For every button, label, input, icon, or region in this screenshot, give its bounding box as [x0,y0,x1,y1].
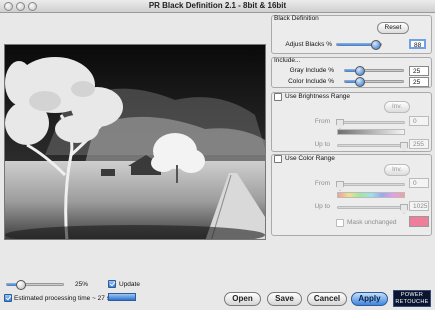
color-upto-label: Up to [314,203,330,210]
processing-progress-bar [108,293,136,301]
brightness-inv-button[interactable]: Inv. [384,101,410,113]
color-include-label: Color Include % [288,78,334,85]
mask-color-swatch[interactable] [409,216,429,227]
color-from-input[interactable]: 0 [409,178,429,188]
color-hue-bar [337,192,405,198]
brightness-from-slider[interactable] [336,119,405,129]
gray-include-knob[interactable] [355,66,365,76]
brightness-upto-label: Up to [314,141,330,148]
color-include-knob[interactable] [355,77,365,87]
logo-line-1: POWER [400,292,424,298]
use-brightness-range-label: Use Brightness Range [285,93,351,100]
open-button[interactable]: Open [224,292,261,306]
color-include-input[interactable]: 25 [409,77,429,87]
update-checkbox[interactable] [108,280,116,288]
brightness-upto-slider[interactable] [337,142,408,152]
use-color-range-checkbox[interactable] [274,155,282,163]
zoom-slider[interactable] [6,280,64,290]
use-color-range-label: Use Color Range [285,155,335,162]
logo-line-2: RETOUCHE [395,299,429,305]
zoom-knob[interactable] [16,280,26,290]
title-bar: PR Black Definition 2.1 - 8bit & 16bit [0,0,435,13]
infrared-landscape-photo [5,45,265,239]
mask-unchanged-checkbox[interactable] [336,219,344,227]
include-section-label: Include... [274,57,301,64]
color-include-slider[interactable] [344,77,404,87]
preview-image[interactable] [4,44,266,240]
mask-unchanged-label: Mask unchanged [347,219,397,226]
power-retouche-logo: POWER RETOUCHE [393,290,431,307]
adjust-blacks-input[interactable]: 88 [409,39,426,49]
color-upto-input[interactable]: 1025 [409,201,429,211]
use-brightness-range-checkbox[interactable] [274,93,282,101]
black-definition-section-label: Black Definition [274,15,319,22]
window-title: PR Black Definition 2.1 - 8bit & 16bit [148,1,287,10]
brightness-upto-input[interactable]: 255 [409,139,429,149]
zoom-value: 25% [75,281,89,288]
color-inv-button[interactable]: Inv. [384,164,410,176]
adjust-blacks-slider[interactable] [336,40,382,50]
gray-include-slider[interactable] [344,66,404,76]
adjust-blacks-label: Adjust Blacks % [285,41,332,48]
gray-include-label: Gray Include % [289,67,334,74]
brightness-from-input[interactable]: 0 [409,116,429,126]
estimated-time-checkbox[interactable] [4,294,12,302]
brightness-from-label: From [314,118,330,125]
cancel-button[interactable]: Cancel [307,292,347,306]
update-label: Update [119,281,140,288]
estimated-time-label: Estimated processing time ~ 27 sec. [14,295,119,302]
brightness-gradient-bar [337,129,405,135]
color-from-label: From [314,180,330,187]
adjust-blacks-knob[interactable] [371,40,381,50]
apply-button[interactable]: Apply [351,292,388,306]
reset-button[interactable]: Reset [377,22,409,34]
color-upto-slider[interactable] [337,204,408,214]
gray-include-input[interactable]: 25 [409,66,429,76]
color-from-slider[interactable] [336,181,405,191]
save-button[interactable]: Save [267,292,302,306]
